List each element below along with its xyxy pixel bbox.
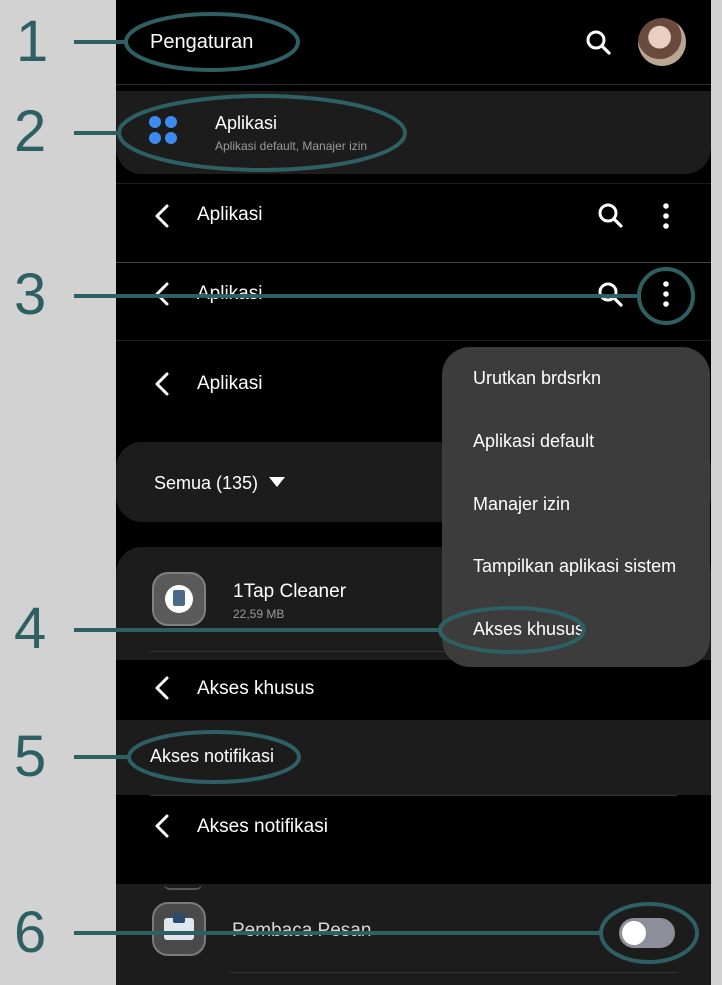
annotation-overlay — [74, 12, 699, 964]
